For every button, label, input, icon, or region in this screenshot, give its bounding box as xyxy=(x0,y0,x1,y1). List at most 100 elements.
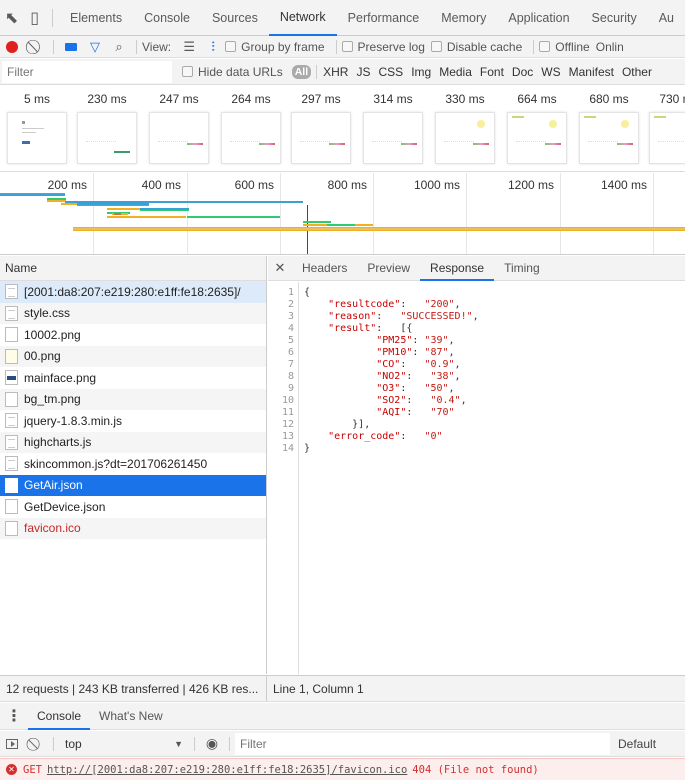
request-timing-bar xyxy=(140,208,189,210)
request-row[interactable]: GetAir.json xyxy=(0,474,266,496)
filmstrip-frame[interactable]: 297 ms xyxy=(289,86,353,164)
filmstrip-frame[interactable]: 247 ms xyxy=(147,86,211,164)
filter-other-button[interactable]: Other xyxy=(618,65,656,79)
clear-button[interactable]: ⃠ xyxy=(24,36,48,58)
filmstrip-frame[interactable]: 314 ms xyxy=(361,86,425,164)
request-row[interactable]: favicon.ico xyxy=(0,517,266,539)
frame-time-label: 664 ms xyxy=(517,92,557,106)
show-sidebar-button[interactable] xyxy=(0,733,24,755)
filter-toggle-button[interactable]: ▽ xyxy=(83,36,107,58)
filter-doc-button[interactable]: Doc xyxy=(508,65,537,79)
capture-screenshots-button[interactable] xyxy=(59,36,83,58)
tab-preview[interactable]: Preview xyxy=(357,256,420,281)
filter-font-button[interactable]: Font xyxy=(476,65,508,79)
timeline-gridline xyxy=(560,173,561,254)
search-button[interactable]: ⌕ xyxy=(107,36,131,58)
log-levels-select[interactable]: Default xyxy=(610,737,656,751)
filmstrip-frame[interactable]: 664 ms xyxy=(505,86,569,164)
clear-console-button[interactable]: ⃠ xyxy=(24,733,48,755)
network-overview-timeline[interactable]: 200 ms 400 ms 600 ms 800 ms 1000 ms 1200 ms 14… xyxy=(0,173,685,255)
filter-icon: ▽ xyxy=(90,38,100,54)
record-button[interactable] xyxy=(0,36,24,58)
filter-xhr-button[interactable]: XHR xyxy=(319,65,352,79)
request-name: GetDevice.json xyxy=(24,499,106,514)
tab-network[interactable]: Network xyxy=(268,0,337,36)
tab-sources[interactable]: Sources xyxy=(201,0,269,36)
stylesheet-icon xyxy=(5,305,18,321)
tab-security[interactable]: Security xyxy=(581,0,648,36)
filmstrip-frame[interactable]: 5 ms xyxy=(5,86,69,164)
request-row[interactable]: style.css xyxy=(0,302,266,324)
preserve-log-checkbox[interactable]: Preserve log xyxy=(341,40,425,54)
offline-checkbox[interactable]: Offline xyxy=(539,40,590,54)
name-column-header[interactable]: Name xyxy=(0,256,266,281)
filter-manifest-button[interactable]: Manifest xyxy=(565,65,618,79)
context-value: top xyxy=(65,736,82,751)
request-timing-bar xyxy=(107,216,186,218)
tab-headers[interactable]: Headers xyxy=(292,256,357,281)
filter-media-button[interactable]: Media xyxy=(435,65,476,79)
request-row[interactable]: skincommon.js?dt=201706261450 xyxy=(0,453,266,475)
filter-bar: Hide data URLs All XHR JS CSS Img Media … xyxy=(0,59,685,85)
group-by-frame-checkbox[interactable]: Group by frame xyxy=(225,39,325,54)
line-number: 5 xyxy=(287,335,294,346)
filter-img-button[interactable]: Img xyxy=(407,65,435,79)
filter-input[interactable] xyxy=(2,60,172,83)
context-select[interactable]: top ▼ xyxy=(59,737,189,751)
response-code: { "resultcode": "200", "reason": "SUCCES… xyxy=(304,287,479,455)
tab-console[interactable]: Console xyxy=(133,0,201,36)
tab-performance[interactable]: Performance xyxy=(337,0,431,36)
device-toolbar-icon[interactable]: ▯ xyxy=(23,0,46,36)
tab-memory[interactable]: Memory xyxy=(430,0,497,36)
live-expression-button[interactable]: ◉ xyxy=(200,733,224,755)
filter-ws-button[interactable]: WS xyxy=(537,65,564,79)
error-url-link[interactable]: http://[2001:da8:207:e219:280:e1ff:fe18:… xyxy=(47,764,407,776)
filmstrip-frame[interactable]: 330 ms xyxy=(433,86,497,164)
request-row[interactable]: highcharts.js xyxy=(0,431,266,453)
console-filter-input[interactable] xyxy=(235,732,610,755)
hide-data-urls-checkbox[interactable]: Hide data URLs xyxy=(182,65,283,79)
timeline-tick-label: 400 ms xyxy=(141,178,181,192)
request-row[interactable]: mainface.png xyxy=(0,367,266,389)
line-number: 2 xyxy=(287,299,294,310)
filter-all-button[interactable]: All xyxy=(291,64,312,79)
tab-timing[interactable]: Timing xyxy=(494,256,550,281)
frame-thumbnail xyxy=(579,112,639,164)
filter-js-button[interactable]: JS xyxy=(352,65,374,79)
frame-time-label: 330 ms xyxy=(445,92,485,106)
image-icon xyxy=(5,370,18,386)
filter-css-button[interactable]: CSS xyxy=(375,65,408,79)
request-timing-bar xyxy=(327,224,355,226)
request-row[interactable]: 00.png xyxy=(0,345,266,367)
more-menu-icon[interactable]: ⋮ xyxy=(0,706,28,726)
filmstrip-frame[interactable]: 730 ms xyxy=(647,86,685,164)
throttling-select[interactable]: Onlin xyxy=(596,40,624,54)
response-body-editor[interactable]: 1 2 3 4 5 6 7 8 9 10 11 12 13 14 { "resultcode": "200… xyxy=(268,282,685,674)
request-timing-bar xyxy=(77,203,149,205)
inspect-element-icon[interactable]: ⬉ xyxy=(0,0,23,36)
code-line: "O3": "50", xyxy=(376,383,455,394)
tab-whats-new[interactable]: What's New xyxy=(90,703,172,730)
request-timing-bar xyxy=(303,221,331,223)
overview-toggle-button[interactable]: ⫶ xyxy=(201,36,225,58)
tab-elements[interactable]: Elements xyxy=(59,0,133,36)
request-row[interactable]: 10002.png xyxy=(0,324,266,346)
divider xyxy=(53,39,54,54)
group-by-frame-label: Group by frame xyxy=(241,39,325,54)
request-name: mainface.png xyxy=(24,370,97,385)
line-number: 12 xyxy=(281,419,294,430)
tab-response[interactable]: Response xyxy=(420,256,495,281)
tab-application[interactable]: Application xyxy=(497,0,580,36)
request-row[interactable]: GetDevice.json xyxy=(0,496,266,518)
filmstrip-frame[interactable]: 264 ms xyxy=(219,86,283,164)
tab-audits[interactable]: Au xyxy=(648,0,685,36)
disable-cache-checkbox[interactable]: Disable cache xyxy=(430,40,522,54)
tab-drawer-console[interactable]: Console xyxy=(28,703,91,730)
request-row[interactable]: [2001:da8:207:e219:280:e1ff:fe18:2635]/ xyxy=(0,281,266,303)
filmstrip-frame[interactable]: 680 ms xyxy=(577,86,641,164)
request-row[interactable]: jquery-1.8.3.min.js xyxy=(0,410,266,432)
request-row[interactable]: bg_tm.png xyxy=(0,388,266,410)
close-icon[interactable]: ✕ xyxy=(268,260,292,276)
large-rows-button[interactable]: ☰ xyxy=(177,36,201,58)
filmstrip-frame[interactable]: 230 ms xyxy=(75,86,139,164)
